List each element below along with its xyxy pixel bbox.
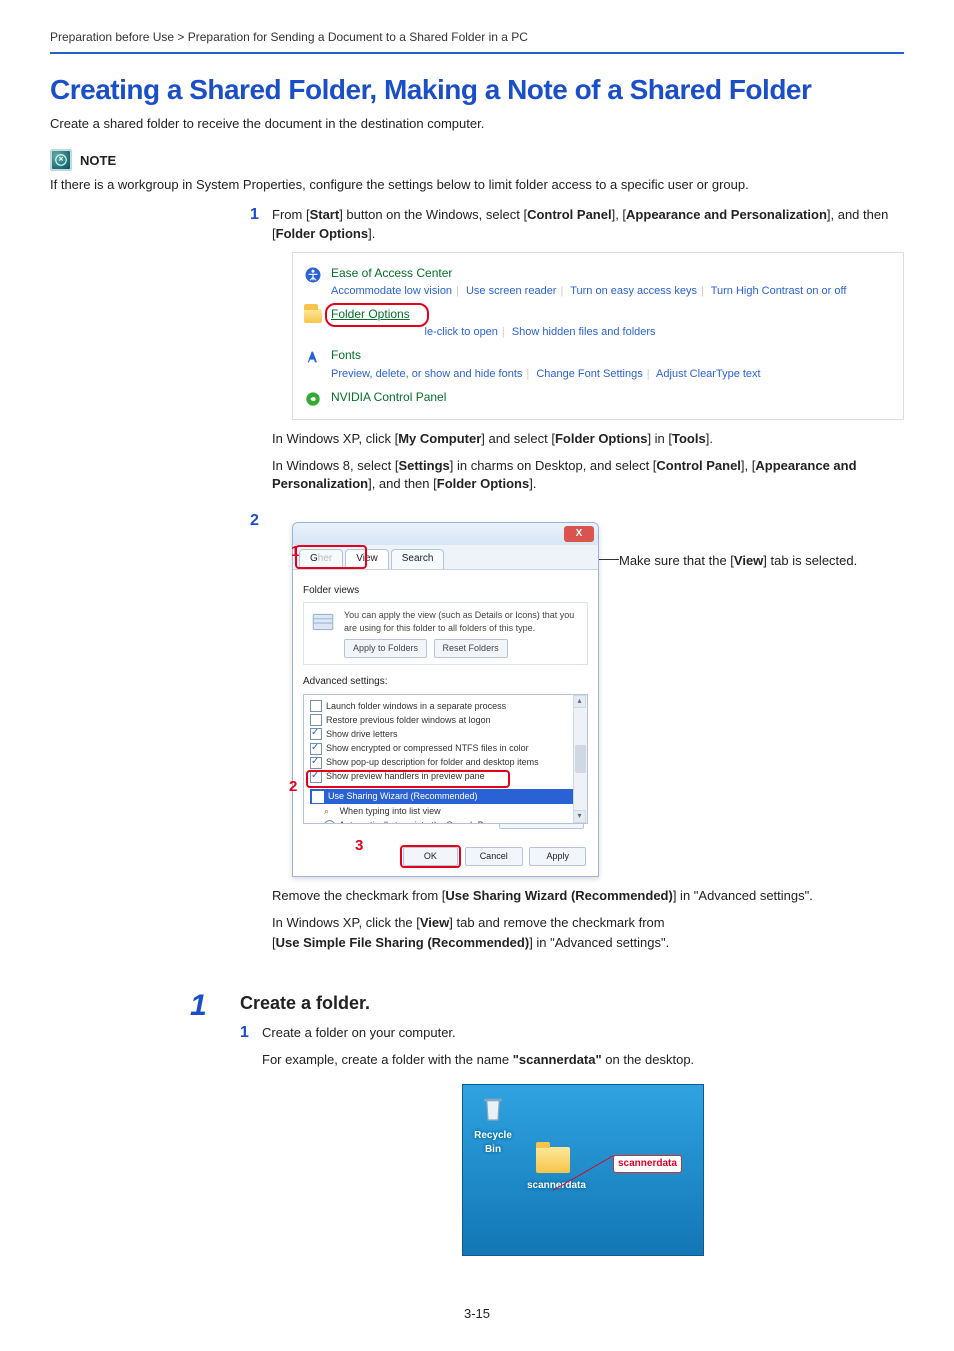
scroll-thumb[interactable] xyxy=(575,745,586,773)
step1-xp-text: In Windows XP, click [My Computer] and s… xyxy=(272,430,904,449)
reset-folders-button[interactable]: Reset Folders xyxy=(434,639,508,658)
divider xyxy=(50,52,904,54)
control-panel-screenshot: Ease of Access Center Accommodate low vi… xyxy=(292,252,904,420)
folder-options-links[interactable]: Specify single- or dle-click to open| Sh… xyxy=(331,325,656,341)
note-icon xyxy=(50,149,72,171)
ease-of-access-heading[interactable]: Ease of Access Center xyxy=(331,265,846,282)
folder-options-dialog: X Gher View Search 1 Folder views xyxy=(292,522,599,876)
advanced-settings-list[interactable]: Launch folder windows in a separate proc… xyxy=(303,694,588,824)
view-tab-caption: Make sure that the [View] tab is selecte… xyxy=(619,552,857,876)
page-title: Creating a Shared Folder, Making a Note … xyxy=(50,74,904,106)
create-folder-example: For example, create a folder with the na… xyxy=(262,1051,904,1070)
fonts-icon xyxy=(303,347,323,367)
recycle-bin-icon[interactable]: Recycle Bin xyxy=(467,1095,519,1158)
ease-of-access-links[interactable]: Accommodate low vision| Use screen reade… xyxy=(331,284,846,300)
breadcrumb: Preparation before Use > Preparation for… xyxy=(50,30,904,44)
fonts-heading[interactable]: Fonts xyxy=(331,347,761,364)
close-button[interactable]: X xyxy=(564,526,594,542)
folder-options-heading[interactable]: Folder Options xyxy=(331,306,656,323)
tab-search[interactable]: Search xyxy=(391,549,445,569)
cancel-button[interactable]: Cancel xyxy=(465,847,523,866)
substep-number-1: 1 xyxy=(240,1024,262,1042)
tab-view[interactable]: View xyxy=(345,549,389,569)
apply-button[interactable]: Apply xyxy=(529,847,586,866)
ok-button[interactable]: OK xyxy=(403,847,458,866)
step-number-1: 1 xyxy=(250,206,272,224)
scroll-up-icon[interactable]: ▴ xyxy=(573,695,586,708)
page-number: 3-15 xyxy=(50,1306,904,1321)
create-folder-heading: Create a folder. xyxy=(240,993,904,1014)
ease-of-access-icon xyxy=(303,265,323,285)
folder-views-label: Folder views xyxy=(303,584,588,599)
create-folder-text: Create a folder on your computer. xyxy=(262,1024,904,1043)
scannerdata-folder-icon[interactable]: scannerdata xyxy=(527,1145,579,1194)
step-number-2: 2 xyxy=(250,512,272,530)
remove-check-text: Remove the checkmark from [Use Sharing W… xyxy=(272,887,904,906)
folder-views-text: You can apply the view (such as Details … xyxy=(344,609,581,635)
desktop-screenshot: Recycle Bin scannerdata scannerdata xyxy=(462,1084,704,1256)
nvidia-heading[interactable]: NVIDIA Control Panel xyxy=(331,389,446,406)
xp-view-text: In Windows XP, click the [View] tab and … xyxy=(272,914,904,933)
major-step-1: 1 xyxy=(190,991,220,1021)
nvidia-icon xyxy=(303,389,323,409)
step1-w8-text: In Windows 8, select [Settings] in charm… xyxy=(272,457,904,495)
xp-view-text-2: [Use Simple File Sharing (Recommended)] … xyxy=(272,934,904,953)
advanced-settings-label: Advanced settings: xyxy=(303,675,588,690)
scrollbar[interactable]: ▴ ▾ xyxy=(573,695,587,823)
folder-views-icon xyxy=(310,609,336,641)
folder-options-icon xyxy=(303,306,323,326)
note-label: NOTE xyxy=(80,153,116,168)
fonts-links[interactable]: Preview, delete, or show and hide fonts|… xyxy=(331,367,761,383)
note-text: If there is a workgroup in System Proper… xyxy=(50,177,904,192)
apply-to-folders-button[interactable]: Apply to Folders xyxy=(344,639,427,658)
callout-1: 1 xyxy=(291,541,299,563)
tab-general[interactable]: Gher xyxy=(299,549,343,569)
intro-text: Create a shared folder to receive the do… xyxy=(50,116,904,131)
callout-3: 3 xyxy=(355,835,363,857)
scannerdata-label: scannerdata xyxy=(613,1155,682,1174)
scroll-down-icon[interactable]: ▾ xyxy=(573,810,586,823)
step1-text: From [Start] button on the Windows, sele… xyxy=(272,206,904,244)
